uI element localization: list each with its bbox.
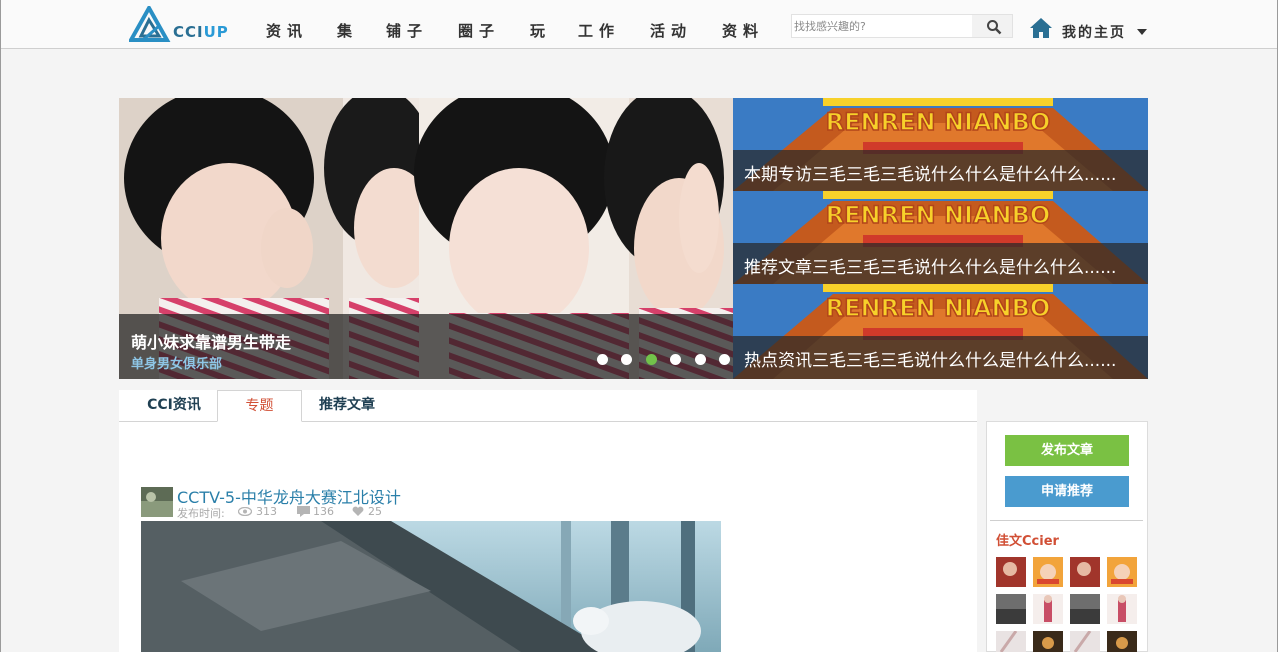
comment-count: 136	[313, 505, 334, 518]
article-cover-image[interactable]	[141, 521, 721, 652]
tab-topics[interactable]: 专题	[217, 390, 302, 422]
carousel-dot[interactable]	[670, 354, 681, 365]
thumbnail-image	[1033, 594, 1063, 624]
content-tabs: CCI资讯 专题 推荐文章	[119, 390, 977, 422]
author-thumbnail[interactable]	[1033, 631, 1063, 652]
author-thumbnail[interactable]	[1107, 594, 1137, 624]
featured-authors-title: 佳文Ccier	[996, 534, 1059, 549]
thumbnail-image	[1033, 557, 1063, 587]
carousel-dot-active[interactable]	[646, 354, 657, 365]
chevron-down-icon[interactable]	[1137, 29, 1147, 35]
carousel-dot[interactable]	[719, 354, 730, 365]
view-count: 313	[256, 505, 277, 518]
author-thumbnail[interactable]	[996, 557, 1026, 587]
author-thumbnail[interactable]	[1033, 557, 1063, 587]
tab-cci-news[interactable]: CCI资讯	[137, 390, 211, 421]
logo-mark-icon	[129, 6, 171, 42]
hero-carousel[interactable]: 萌小妹求靠谱男生带走 单身男女俱乐部	[119, 98, 733, 379]
nav-item-play[interactable]: 玩	[530, 20, 551, 41]
top-header: CCIUP 资讯 集 铺子 圈子 玩 工作 活动 资料 我的主页	[1, 0, 1277, 49]
tab-recommended[interactable]: 推荐文章	[307, 390, 387, 421]
promo-text[interactable]: 热点资讯三毛三毛三毛说什么什么是什么什么......	[744, 346, 1116, 371]
carousel-dot[interactable]	[597, 354, 608, 365]
my-home-link[interactable]: 我的主页	[1062, 22, 1126, 42]
svg-text:RENREN NIANBO: RENREN NIANBO	[826, 201, 1051, 229]
publish-date-label: 发布时间:	[177, 507, 225, 520]
nav-item-news[interactable]: 资讯	[266, 20, 308, 41]
thumbnail-image	[996, 557, 1026, 587]
carousel-caption-subtitle[interactable]: 单身男女俱乐部	[131, 353, 222, 372]
promo-item[interactable]: RENREN NIANBO 热点资讯三毛三毛三毛说什么什么是什么什么......	[733, 284, 1148, 379]
author-thumbnail[interactable]	[1070, 594, 1100, 624]
search-box	[791, 14, 1013, 38]
apply-recommend-button[interactable]: 申请推荐	[1005, 476, 1129, 507]
eye-icon	[238, 507, 252, 516]
promo-text[interactable]: 推荐文章三毛三毛三毛说什么什么是什么什么......	[744, 253, 1116, 278]
like-count: 25	[368, 505, 382, 518]
nav-item-collection[interactable]: 集	[337, 20, 358, 41]
search-input[interactable]	[794, 17, 964, 35]
cover-photo	[141, 521, 721, 652]
thumbnail-image	[1033, 631, 1063, 652]
heart-icon	[352, 506, 364, 516]
thumbnail-image	[1107, 557, 1137, 587]
svg-text:RENREN NIANBO: RENREN NIANBO	[826, 108, 1051, 136]
author-thumbnail[interactable]	[1033, 594, 1063, 624]
promo-text[interactable]: 本期专访三毛三毛三毛说什么什么是什么什么......	[744, 160, 1116, 185]
logo-text: CCIUP	[173, 23, 229, 41]
thumbnail-image	[1107, 594, 1137, 624]
nav-item-jobs[interactable]: 工作	[578, 20, 620, 41]
nav-item-shop[interactable]: 铺子	[386, 20, 428, 41]
home-icon[interactable]	[1030, 17, 1052, 39]
post-article-button[interactable]: 发布文章	[1005, 435, 1129, 466]
promo-list: RENREN NIANBO 本期专访三毛三毛三毛说什么什么是什么什么......…	[733, 98, 1148, 379]
carousel-dot[interactable]	[695, 354, 706, 365]
author-avatar[interactable]	[141, 487, 173, 517]
sidebar-divider	[990, 520, 1143, 521]
promo-item[interactable]: RENREN NIANBO 推荐文章三毛三毛三毛说什么什么是什么什么......	[733, 191, 1148, 284]
author-thumbnail[interactable]	[996, 594, 1026, 624]
thumbnail-image	[996, 594, 1026, 624]
carousel-caption-title[interactable]: 萌小妹求靠谱男生带走	[131, 329, 291, 353]
carousel-dot[interactable]	[621, 354, 632, 365]
author-thumbnail[interactable]	[1070, 557, 1100, 587]
thumbnail-image	[1107, 631, 1137, 652]
svg-text:RENREN NIANBO: RENREN NIANBO	[826, 294, 1051, 322]
nav-item-circle[interactable]: 圈子	[458, 20, 500, 41]
thumbnail-image	[1070, 594, 1100, 624]
author-thumbnail[interactable]	[1107, 557, 1137, 587]
thumbnail-image	[1070, 557, 1100, 587]
comment-icon	[297, 506, 310, 517]
nav-item-events[interactable]: 活动	[650, 20, 692, 41]
site-logo[interactable]: CCIUP	[129, 6, 229, 44]
promo-item[interactable]: RENREN NIANBO 本期专访三毛三毛三毛说什么什么是什么什么......	[733, 98, 1148, 191]
author-thumbnail[interactable]	[996, 631, 1026, 652]
search-button[interactable]	[972, 15, 1012, 37]
nav-item-resources[interactable]: 资料	[722, 20, 764, 41]
author-thumbnail[interactable]	[1070, 631, 1100, 652]
thumbnail-image	[996, 631, 1026, 652]
avatar-image	[141, 487, 173, 517]
search-icon	[987, 20, 1002, 35]
author-thumbnail[interactable]	[1107, 631, 1137, 652]
thumbnail-image	[1070, 631, 1100, 652]
